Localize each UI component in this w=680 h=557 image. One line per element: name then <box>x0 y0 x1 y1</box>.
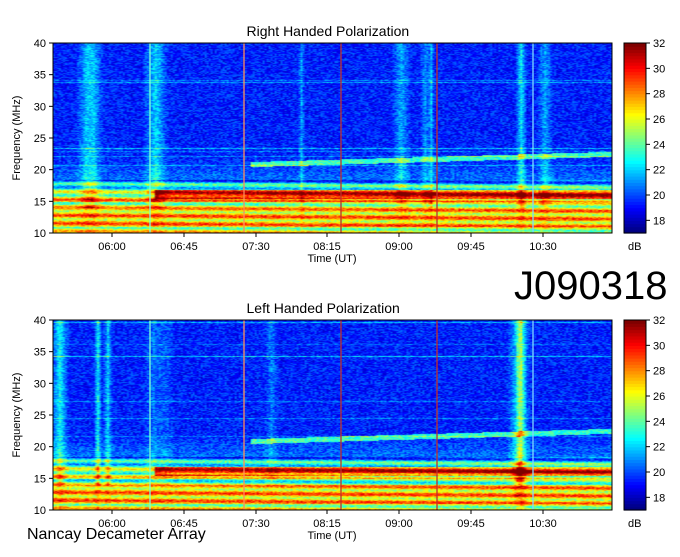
colorbar-label: dB <box>628 241 641 253</box>
colorbar-tick-label: 28 <box>653 366 665 378</box>
x-tick-label: 08:15 <box>313 518 341 530</box>
y-tick-label: 25 <box>34 410 46 422</box>
x-tick-label: 09:45 <box>457 241 485 253</box>
heatmap-panel-right: 10 15 20 25 30 35 40 06:00 06:45 07:30 08:15 09:00 0… <box>11 38 665 265</box>
colorbar-tick-label: 24 <box>653 139 665 151</box>
colorbar-label: dB <box>628 518 641 530</box>
panel-title-right-polarization: Right Handed Polarization <box>246 23 410 39</box>
colorbar-segment <box>624 43 646 47</box>
x-tick-label: 08:15 <box>313 241 341 253</box>
colorbar-tick-label: 26 <box>653 391 665 403</box>
y-tick-label: 25 <box>34 133 46 145</box>
colorbar-segment <box>624 320 646 324</box>
y-tick-label: 40 <box>34 315 46 327</box>
x-axis-label: Time (UT) <box>307 530 356 542</box>
y-tick-label: 30 <box>34 101 46 113</box>
x-tick-label: 10:30 <box>529 518 557 530</box>
dynamic-spectrum-figure: 10 15 20 25 30 35 40 06:00 06:45 07:30 08:15 09:00 0… <box>0 0 680 552</box>
colorbar-tick-label: 24 <box>653 416 665 428</box>
spectrum-image <box>53 43 612 233</box>
y-tick-label: 20 <box>34 442 46 454</box>
y-tick-label: 35 <box>34 70 46 82</box>
x-tick-label: 07:30 <box>242 518 270 530</box>
x-tick-label: 09:45 <box>457 518 485 530</box>
y-tick-label: 35 <box>34 347 46 359</box>
x-tick-label: 06:00 <box>98 241 126 253</box>
y-tick-label: 10 <box>34 228 46 240</box>
y-tick-label: 15 <box>34 196 46 208</box>
y-tick-label: 15 <box>34 473 46 485</box>
colorbar-tick-label: 30 <box>653 340 665 352</box>
colorbar-tick-label: 28 <box>653 89 665 101</box>
y-tick-label: 30 <box>34 378 46 390</box>
colorbar-tick-label: 18 <box>653 492 665 504</box>
x-tick-label: 07:30 <box>242 241 270 253</box>
spectrum-image <box>53 320 612 510</box>
colorbar-tick-label: 22 <box>653 442 665 454</box>
colorbar-tick-label: 22 <box>653 165 665 177</box>
x-tick-label: 09:00 <box>385 518 413 530</box>
heatmap-panel-left: 1015202530354006:00 06:45 07:30 08:15 09:00 0… <box>11 315 665 542</box>
y-tick-label: 10 <box>34 505 46 517</box>
x-axis-label: Time (UT) <box>307 253 356 265</box>
colorbar-tick-label: 20 <box>653 190 665 202</box>
x-tick-label: 06:45 <box>170 241 198 253</box>
y-tick-label: 20 <box>34 165 46 177</box>
colorbar-tick-label: 26 <box>653 114 665 126</box>
colorbar-tick-label: 32 <box>653 38 665 50</box>
x-tick-label: 09:00 <box>385 241 413 253</box>
observation-id: J090318 <box>514 264 668 308</box>
colorbar-tick-label: 20 <box>653 467 665 479</box>
colorbar-tick-label: 30 <box>653 63 665 75</box>
y-axis-label: Frequency (MHz) <box>11 96 23 181</box>
y-tick-label: 40 <box>34 38 46 50</box>
instrument-name: Nancay Decameter Array <box>27 526 206 543</box>
x-tick-label: 10:30 <box>529 241 557 253</box>
colorbar-tick-label: 18 <box>653 215 665 227</box>
colorbar-tick-label: 32 <box>653 315 665 327</box>
y-axis-label: Frequency (MHz) <box>11 373 23 458</box>
panel-title-left-polarization: Left Handed Polarization <box>246 300 400 316</box>
